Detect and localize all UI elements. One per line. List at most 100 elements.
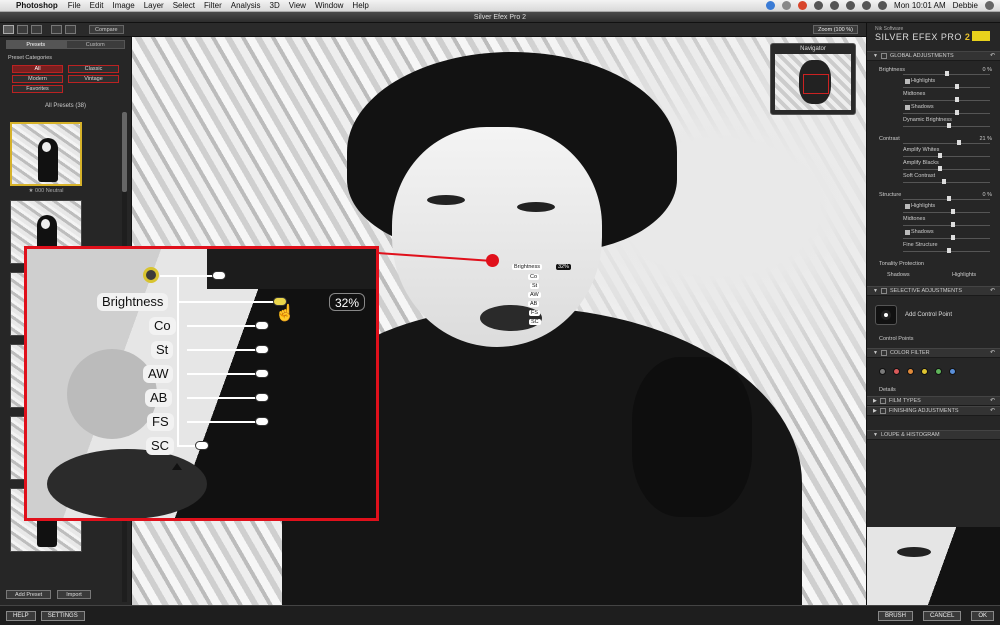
section-film-types[interactable]: ▶ FILM TYPES ↶ bbox=[867, 396, 1000, 406]
section-finishing-adjustments[interactable]: ▶ FINISHING ADJUSTMENTS ↶ bbox=[867, 406, 1000, 416]
add-preset-button[interactable]: Add Preset bbox=[6, 590, 52, 599]
structure-highlights[interactable]: Highlights bbox=[867, 201, 1000, 214]
split-view-icon[interactable] bbox=[17, 25, 28, 34]
cp-label-contrast[interactable]: Co bbox=[528, 274, 540, 280]
menu-analysis[interactable]: Analysis bbox=[231, 1, 261, 10]
finishing-checkbox[interactable] bbox=[879, 408, 886, 414]
menu-window[interactable]: Window bbox=[315, 1, 343, 10]
side-by-side-icon[interactable] bbox=[31, 25, 42, 34]
filter-red[interactable] bbox=[893, 368, 900, 375]
navigator-panel[interactable]: Navigator bbox=[770, 43, 856, 115]
sc-slider-knob[interactable] bbox=[195, 441, 209, 450]
section-selective-adjustments[interactable]: ▼ SELECTIVE ADJUSTMENTS ↶ bbox=[867, 286, 1000, 296]
fs-slider-knob[interactable] bbox=[255, 417, 269, 426]
app-menu[interactable]: Photoshop bbox=[16, 1, 58, 10]
import-button[interactable]: Import bbox=[57, 590, 91, 599]
callout-label-structure[interactable]: St bbox=[151, 341, 174, 359]
volume-icon[interactable] bbox=[862, 1, 872, 10]
filter-blue[interactable] bbox=[949, 368, 956, 375]
wifi-icon[interactable] bbox=[846, 1, 856, 10]
preview-window-icon[interactable] bbox=[51, 25, 62, 34]
loupe-preview[interactable] bbox=[867, 527, 1000, 605]
reset-icon[interactable]: ↶ bbox=[990, 406, 995, 416]
zoom-control[interactable]: Zoom (100 %) bbox=[813, 25, 858, 34]
filter-orange[interactable] bbox=[907, 368, 914, 375]
color-filter-checkbox[interactable] bbox=[880, 350, 887, 356]
section-global-adjustments[interactable]: ▼ GLOBAL ADJUSTMENTS ↶ bbox=[867, 51, 1000, 61]
single-view-icon[interactable] bbox=[3, 25, 14, 34]
tonality-shadows[interactable]: Shadows bbox=[887, 272, 910, 278]
control-point-handle[interactable] bbox=[143, 267, 159, 283]
cp-label-structure[interactable]: St bbox=[530, 283, 540, 289]
menu-select[interactable]: Select bbox=[173, 1, 195, 10]
control-points-toggle[interactable]: Control Points bbox=[867, 334, 1000, 345]
category-all[interactable]: All bbox=[12, 65, 63, 73]
menu-filter[interactable]: Filter bbox=[204, 1, 222, 10]
structure-slider-knob[interactable] bbox=[255, 345, 269, 354]
tab-presets[interactable]: Presets bbox=[6, 40, 66, 49]
filter-neutral[interactable] bbox=[879, 368, 886, 375]
navigator-preview[interactable] bbox=[775, 54, 851, 110]
skype-icon[interactable] bbox=[766, 1, 776, 10]
callout-label-contrast[interactable]: Co bbox=[149, 317, 176, 335]
dynamic-brightness[interactable]: Dynamic Brightness bbox=[867, 115, 1000, 128]
menu-layer[interactable]: Layer bbox=[144, 1, 164, 10]
bluetooth-icon[interactable] bbox=[830, 1, 840, 10]
callout-label-amplify-whites[interactable]: AW bbox=[143, 365, 174, 383]
cancel-button[interactable]: CANCEL bbox=[922, 610, 962, 621]
film-types-checkbox[interactable] bbox=[879, 398, 886, 404]
global-enable-checkbox[interactable] bbox=[880, 53, 887, 59]
reset-icon[interactable]: ↶ bbox=[990, 286, 995, 296]
app-tray-icon[interactable] bbox=[798, 1, 808, 10]
settings-button[interactable]: SETTINGS bbox=[40, 610, 85, 621]
cp-label-amplify-blacks[interactable]: AB bbox=[528, 301, 540, 307]
background-icon[interactable] bbox=[65, 25, 76, 34]
user-name[interactable]: Debbie bbox=[953, 1, 978, 10]
brightness-row[interactable]: Brightness 0 % bbox=[867, 65, 1000, 76]
clock[interactable]: Mon 10:01 AM bbox=[894, 1, 946, 10]
callout-label-fine-structure[interactable]: FS bbox=[147, 413, 174, 431]
selective-enable-checkbox[interactable] bbox=[880, 288, 887, 294]
brightness-shadows[interactable]: Shadows bbox=[867, 102, 1000, 115]
category-classic[interactable]: Classic bbox=[68, 65, 119, 73]
preset-thumbnail[interactable] bbox=[10, 122, 82, 186]
amplify-whites[interactable]: Amplify Whites bbox=[867, 145, 1000, 158]
cp-label-brightness[interactable]: Brightness bbox=[512, 264, 542, 270]
brightness-highlights[interactable]: Highlights bbox=[867, 76, 1000, 89]
aw-slider-knob[interactable] bbox=[255, 369, 269, 378]
help-button[interactable]: HELP bbox=[6, 610, 36, 621]
tab-custom[interactable]: Custom bbox=[65, 40, 125, 49]
filter-yellow[interactable] bbox=[921, 368, 928, 375]
control-point-small[interactable]: Brightness Co St AW AB FS SC 32% bbox=[492, 252, 572, 332]
brush-button[interactable]: BRUSH bbox=[877, 610, 913, 621]
details-toggle[interactable]: Details bbox=[867, 385, 1000, 396]
collapse-arrow-icon[interactable] bbox=[172, 463, 182, 470]
callout-label-amplify-blacks[interactable]: AB bbox=[145, 389, 173, 407]
section-color-filter[interactable]: ▼ COLOR FILTER ↶ bbox=[867, 348, 1000, 358]
filter-green[interactable] bbox=[935, 368, 942, 375]
cp-size-knob[interactable] bbox=[212, 271, 226, 280]
spotlight-icon[interactable] bbox=[985, 1, 994, 10]
cp-label-fine-structure[interactable]: FS bbox=[529, 310, 541, 316]
contrast-slider-knob[interactable] bbox=[255, 321, 269, 330]
battery-icon[interactable] bbox=[878, 1, 888, 10]
menu-edit[interactable]: Edit bbox=[90, 1, 104, 10]
soft-contrast[interactable]: Soft Contrast bbox=[867, 171, 1000, 184]
callout-label-selective-color[interactable]: SC bbox=[146, 437, 175, 455]
reset-icon[interactable]: ↶ bbox=[990, 396, 995, 406]
time-machine-icon[interactable] bbox=[814, 1, 824, 10]
cp-label-selective-color[interactable]: SC bbox=[529, 319, 541, 325]
tonality-protection-row[interactable]: Shadows Highlights bbox=[867, 270, 1000, 282]
section-loupe-histogram[interactable]: ▼ LOUPE & HISTOGRAM bbox=[867, 430, 1000, 440]
compare-button[interactable]: Compare bbox=[89, 25, 124, 34]
brightness-midtones[interactable]: Midtones bbox=[867, 89, 1000, 102]
add-control-point[interactable]: Add Control Point bbox=[875, 302, 992, 328]
ok-button[interactable]: OK bbox=[971, 610, 994, 621]
reset-icon[interactable]: ↶ bbox=[990, 348, 995, 358]
contrast-row[interactable]: Contrast 21 % bbox=[867, 134, 1000, 145]
sync-icon[interactable] bbox=[782, 1, 792, 10]
cp-label-amplify-whites[interactable]: AW bbox=[528, 292, 541, 298]
category-modern[interactable]: Modern bbox=[12, 75, 63, 83]
callout-label-brightness[interactable]: Brightness bbox=[97, 293, 169, 311]
amplify-blacks[interactable]: Amplify Blacks bbox=[867, 158, 1000, 171]
